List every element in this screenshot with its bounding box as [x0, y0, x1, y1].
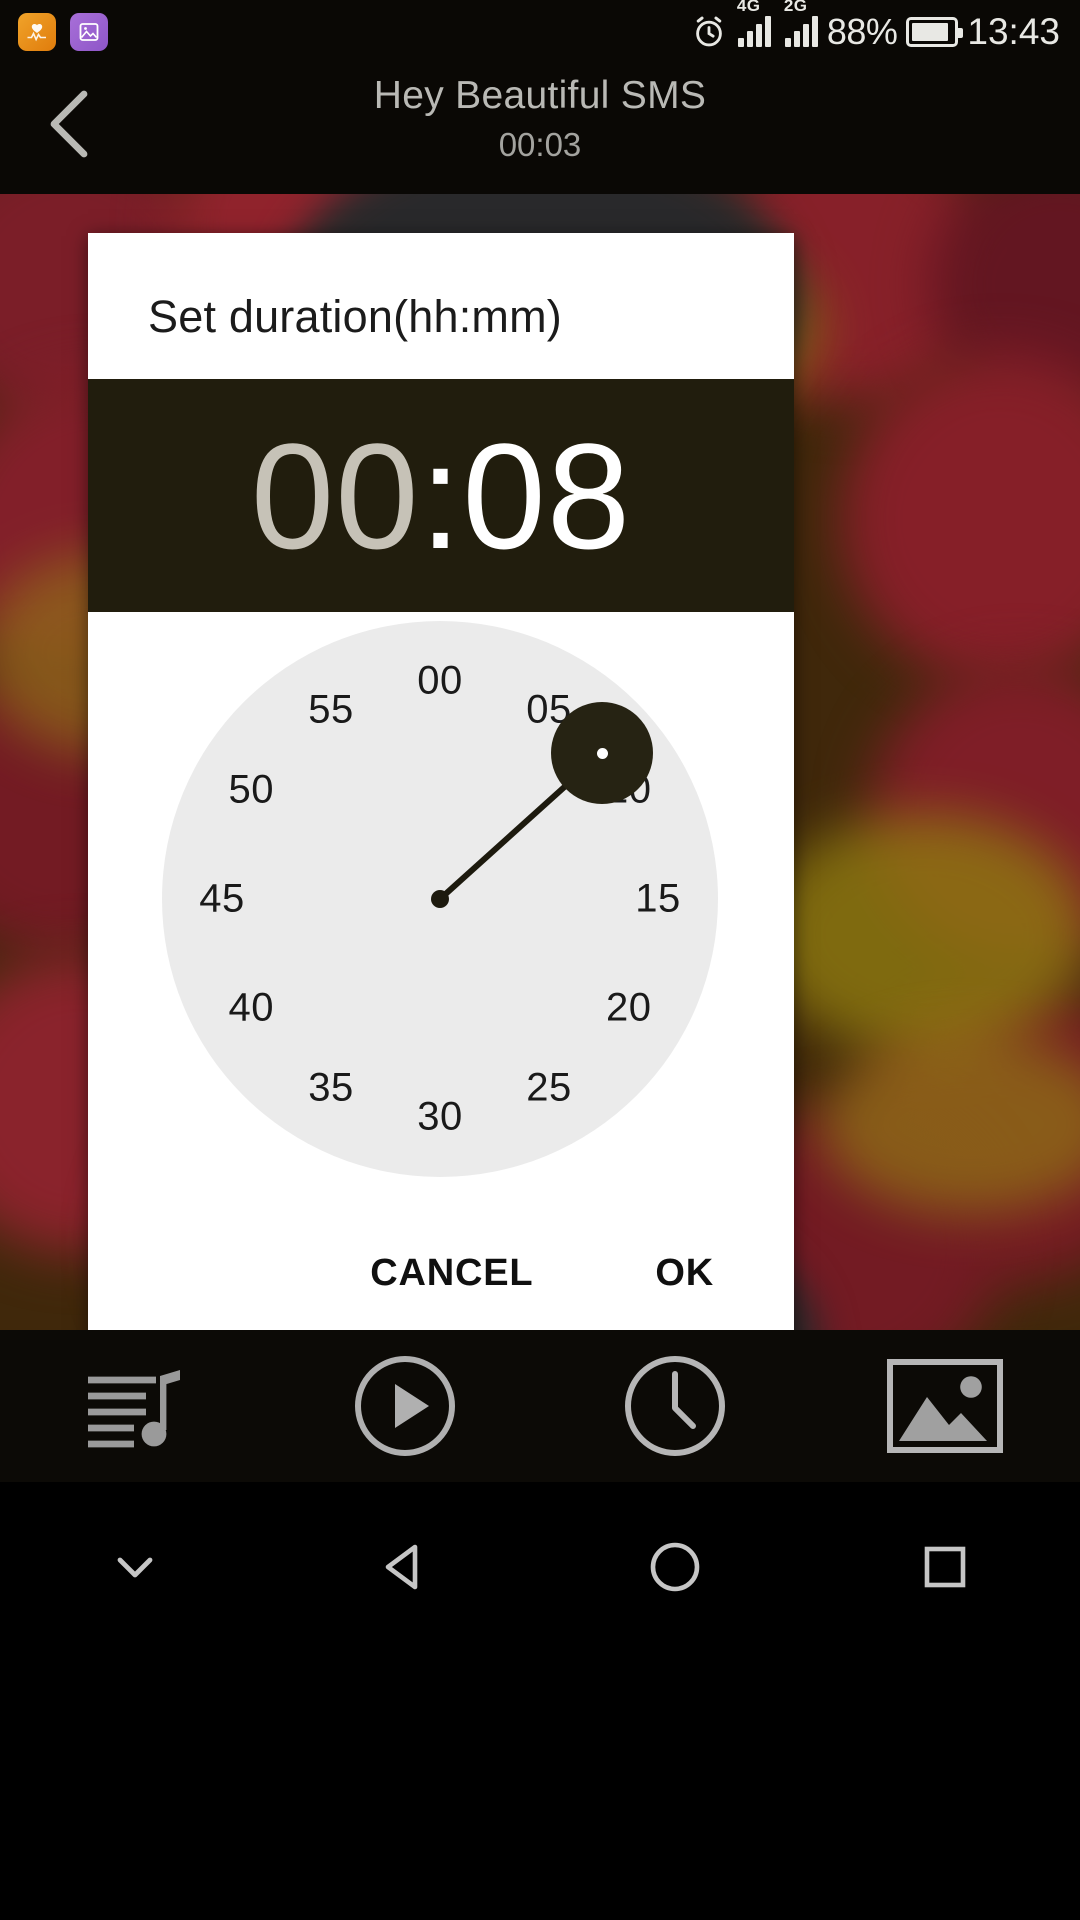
sim1-signal-bars	[737, 16, 771, 47]
status-notifications	[0, 13, 108, 51]
artwork-button[interactable]	[810, 1357, 1080, 1455]
clock-selector-knob[interactable]	[551, 702, 653, 805]
app-header: Hey Beautiful SMS 00:03	[0, 64, 1080, 194]
clock-icon	[625, 1356, 725, 1456]
clock-center-dot	[431, 890, 449, 908]
clock-number-50[interactable]: 50	[228, 768, 274, 813]
sim1-signal: 4G	[737, 0, 771, 47]
status-indicators: 4G 2G 88% 13:43	[690, 0, 1080, 53]
clock-number-25[interactable]: 25	[526, 1065, 572, 1110]
cancel-button[interactable]: CANCEL	[348, 1238, 555, 1309]
track-elapsed-time: 00:03	[498, 126, 582, 163]
status-bar: 4G 2G 88% 13:43	[0, 0, 1080, 64]
sim1-network-label: 4G	[736, 0, 761, 15]
media-toolbar	[0, 1330, 1080, 1482]
dialog-actions: CANCEL OK	[88, 1202, 794, 1345]
gallery-image-icon	[70, 13, 108, 51]
clock-number-55[interactable]: 55	[308, 688, 354, 733]
battery-icon	[906, 17, 964, 47]
play-button[interactable]	[270, 1352, 540, 1460]
phone-screen: 4G 2G 88% 13:43 Hey Beautiful SMS 00:03 …	[0, 0, 1080, 1920]
recents-square-icon	[924, 1546, 966, 1588]
nav-recents-button[interactable]	[810, 1540, 1080, 1594]
sim2-signal: 2G	[784, 0, 818, 47]
dialog-title: Set duration(hh:mm)	[148, 291, 562, 342]
status-bar-clock: 13:43	[967, 11, 1060, 52]
sim2-network-label: 2G	[783, 0, 808, 15]
clock-number-15[interactable]: 15	[635, 877, 681, 922]
hours-value[interactable]: 00	[251, 421, 420, 571]
battery-percentage: 88%	[826, 11, 898, 52]
clock-number-20[interactable]: 20	[606, 986, 652, 1031]
play-circle-icon	[355, 1356, 455, 1456]
clock-number-35[interactable]: 35	[308, 1065, 354, 1110]
clock-number-00[interactable]: 00	[417, 659, 463, 704]
page-title: Hey Beautiful SMS	[373, 74, 707, 117]
hide-keyboard-chevron-icon	[117, 1557, 153, 1578]
alarm-clock-icon	[690, 13, 728, 51]
clock-number-30[interactable]: 30	[417, 1095, 463, 1140]
clock-number-45[interactable]: 45	[199, 877, 245, 922]
sim2-signal-bars	[784, 16, 818, 47]
ok-button[interactable]: OK	[633, 1238, 736, 1309]
clock-picker[interactable]: 000510152025303540455055	[88, 612, 794, 1202]
time-separator: :	[419, 411, 463, 580]
image-picture-icon	[887, 1359, 1003, 1453]
nav-home-button[interactable]	[540, 1538, 810, 1596]
set-duration-dialog: Set duration(hh:mm) 00:08 00051015202530…	[88, 233, 794, 1345]
playlist-button[interactable]	[0, 1360, 270, 1452]
health-heartbeat-icon	[18, 13, 56, 51]
clock-number-40[interactable]: 40	[228, 986, 274, 1031]
back-triangle-icon	[385, 1544, 418, 1590]
playlist-music-icon	[88, 1370, 180, 1448]
android-nav-bar	[0, 1482, 1080, 1920]
home-circle-icon	[650, 1542, 700, 1592]
hide-keyboard-button[interactable]	[0, 1540, 270, 1594]
nav-back-button[interactable]	[270, 1538, 540, 1596]
time-display: 00:08	[88, 379, 794, 612]
timer-button[interactable]	[540, 1352, 810, 1460]
minutes-value[interactable]: 08	[462, 421, 631, 571]
